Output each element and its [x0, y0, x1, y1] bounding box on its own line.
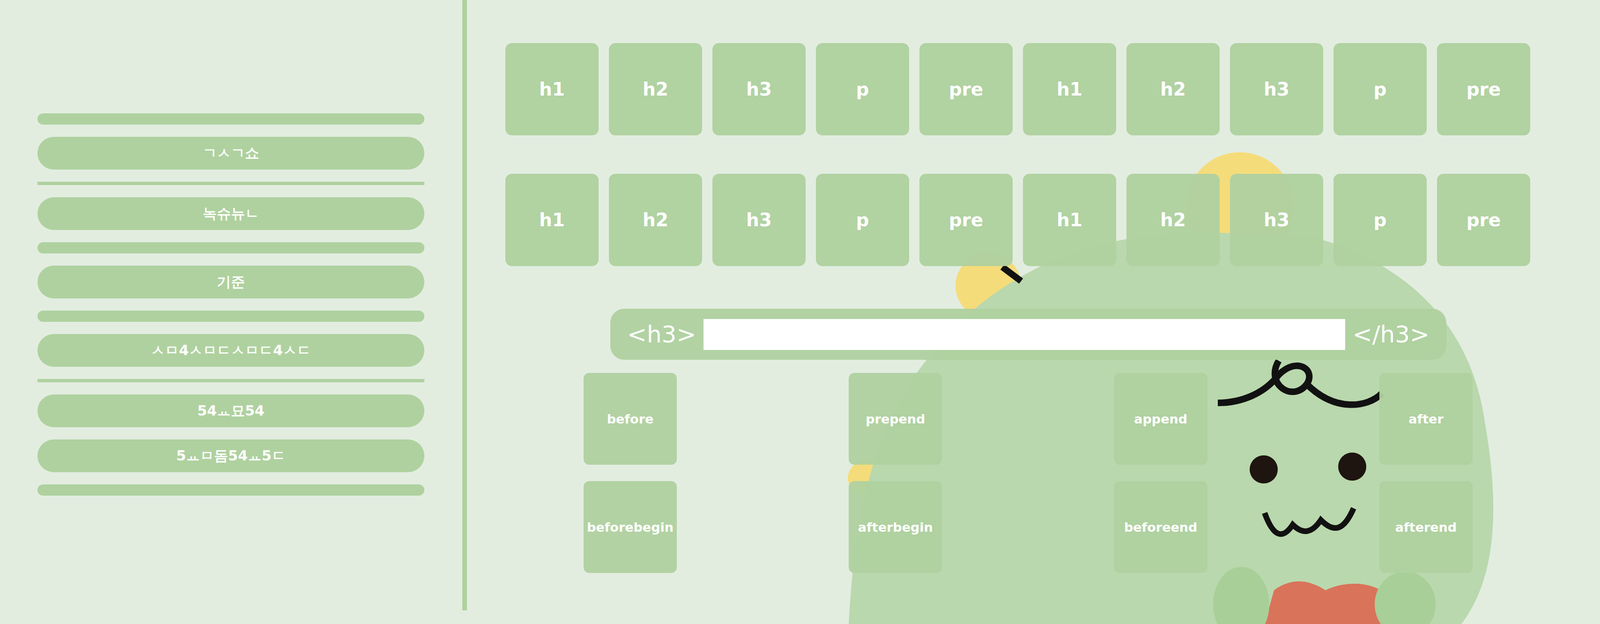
tag-tile[interactable]: p — [815, 43, 910, 136]
tag-tile[interactable]: pre — [1437, 43, 1531, 136]
tag-tile[interactable]: h1 — [1022, 43, 1117, 136]
content-input[interactable] — [703, 318, 1346, 350]
tag-tile[interactable]: h1 — [1022, 173, 1117, 267]
insert-panel: <h3> </h3> before prepend append after beforeb… — [583, 308, 1473, 573]
tag-tile[interactable]: pre — [919, 43, 1013, 136]
tile-row: h1h2h3ppreh1h2h3ppre — [505, 173, 1600, 267]
sidebar-bar[interactable] — [37, 242, 425, 254]
sidebar-bar[interactable] — [37, 310, 425, 322]
sidebar-button[interactable]: 녹슈뉴ㄴ — [37, 197, 425, 230]
insert-buttons: before prepend append after beforebegin after… — [583, 372, 1473, 573]
sidebar: ㄱㅅㄱ쇼녹슈뉴ㄴ 기준 ㅅㅁ4ㅅㅁㄷㅅㅁㄷ4ㅅㄷ 54ㅛ묘54 5ㅛㅁ돔54ㅛ5ㄷ — [0, 0, 463, 624]
insert-button[interactable]: append — [1114, 372, 1208, 465]
sidebar-bar[interactable] — [37, 484, 425, 496]
tag-tile[interactable]: p — [1333, 43, 1427, 136]
tag-tile[interactable]: h3 — [1229, 43, 1324, 136]
insert-button[interactable]: prepend — [848, 372, 942, 465]
tag-tile[interactable]: p — [815, 173, 910, 267]
open-tag: <h3> — [627, 320, 697, 349]
tag-tile[interactable]: h2 — [1126, 173, 1220, 267]
sidebar-button[interactable]: 54ㅛ묘54 — [37, 394, 425, 428]
divider — [462, 0, 467, 611]
sidebar-button[interactable]: 기준 — [37, 265, 425, 299]
insert-button-row: beforebegin afterbegin beforeend afterend — [583, 481, 1473, 573]
tile-row: h1h2h3ppreh1h2h3ppre — [505, 43, 1600, 136]
insert-button[interactable]: before — [583, 372, 677, 465]
tag-tile[interactable]: p — [1333, 173, 1427, 267]
close-tag: </h3> — [1352, 320, 1430, 349]
tag-tile[interactable]: h1 — [505, 173, 599, 267]
tag-tile[interactable]: h2 — [1126, 43, 1220, 136]
tag-tile[interactable]: h2 — [608, 43, 703, 136]
tag-tiles: h1h2h3ppreh1h2h3ppreh1h2h3ppreh1h2h3ppre — [505, 43, 1600, 267]
tag-tile[interactable]: pre — [1437, 173, 1531, 267]
tag-tile[interactable]: pre — [919, 173, 1013, 267]
sidebar-button[interactable]: ㄱㅅㄱ쇼 — [37, 136, 425, 170]
tag-tile[interactable]: h3 — [712, 173, 806, 267]
sidebar-button[interactable]: 5ㅛㅁ돔54ㅛ5ㄷ — [37, 439, 425, 473]
tag-tile[interactable]: h1 — [505, 43, 599, 136]
insert-button-row: before prepend append after — [583, 372, 1473, 465]
insert-button[interactable]: beforebegin — [583, 481, 677, 573]
sidebar-separator — [37, 181, 425, 186]
tag-tile[interactable]: h3 — [712, 43, 806, 136]
tag-tile[interactable]: h3 — [1229, 173, 1324, 267]
insert-button[interactable]: beforeend — [1114, 481, 1208, 573]
main-area: h1h2h3ppreh1h2h3ppreh1h2h3ppreh1h2h3ppre… — [466, 0, 1600, 624]
tag-editor: <h3> </h3> — [610, 308, 1447, 360]
tag-tile[interactable]: h2 — [608, 173, 703, 267]
insert-button[interactable]: afterbegin — [848, 481, 942, 573]
insert-button[interactable]: after — [1379, 372, 1473, 465]
sidebar-separator — [37, 378, 425, 383]
sidebar-bar[interactable] — [37, 113, 425, 125]
insert-button[interactable]: afterend — [1379, 481, 1473, 573]
sidebar-button[interactable]: ㅅㅁ4ㅅㅁㄷㅅㅁㄷ4ㅅㄷ — [37, 333, 425, 367]
